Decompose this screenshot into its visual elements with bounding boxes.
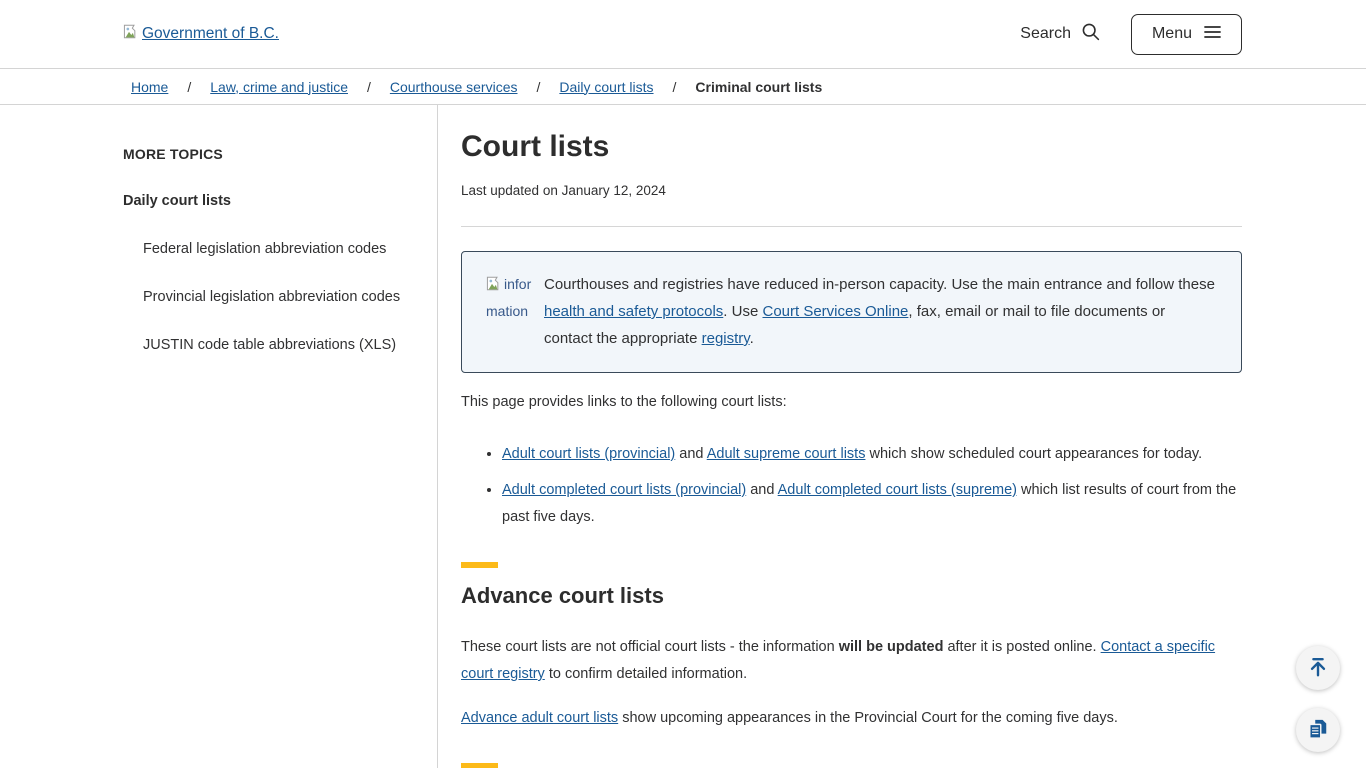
back-to-top-icon <box>1307 656 1329 681</box>
main-content: Court lists Last updated on January 12, … <box>438 105 1366 768</box>
back-to-top-button[interactable] <box>1296 646 1340 690</box>
breadcrumb-separator: / <box>673 79 677 95</box>
copy-page-button[interactable] <box>1296 708 1340 752</box>
breadcrumb-link-home[interactable]: Home <box>131 79 168 95</box>
text-segment: and <box>746 482 777 498</box>
text-segment: . Use <box>723 303 762 320</box>
sidebar: MORE TOPICS Daily court lists Federal le… <box>0 105 438 768</box>
advance-paragraph-2: Advance adult court lists show upcoming … <box>461 705 1242 732</box>
text-segment: which show scheduled court appearances f… <box>865 446 1202 462</box>
logo-alt-text: Government of B.C. <box>142 25 279 43</box>
search-label: Search <box>1020 25 1071 43</box>
text-segment: and <box>675 446 706 462</box>
breadcrumb-separator: / <box>187 79 191 95</box>
text-segment: Courthouses and registries have reduced … <box>544 276 1215 293</box>
advance-court-lists-heading: Advance court lists <box>461 583 1242 609</box>
breadcrumb-current-criminal-court-lists: Criminal court lists <box>695 79 822 95</box>
text-segment: These court lists are not official court… <box>461 639 839 655</box>
inline-link[interactable]: Adult completed court lists (provincial) <box>502 482 746 498</box>
broken-image-icon <box>123 24 140 44</box>
site-header: Government of B.C. Search Menu <box>0 0 1366 68</box>
government-bc-logo-link[interactable]: Government of B.C. <box>123 24 279 44</box>
inline-link[interactable]: health and safety protocols <box>544 303 723 320</box>
breadcrumb-link-courthouse-services[interactable]: Courthouse services <box>390 79 518 95</box>
search-button[interactable]: Search <box>1020 21 1101 47</box>
content-wrap: MORE TOPICS Daily court lists Federal le… <box>0 105 1366 768</box>
last-updated-text: Last updated on January 12, 2024 <box>461 183 1242 198</box>
court-lists-bullet-list: Adult court lists (provincial) and Adult… <box>461 441 1242 531</box>
breadcrumb-separator: / <box>537 79 541 95</box>
text-segment: . <box>750 330 754 347</box>
inline-link[interactable]: Advance adult court lists <box>461 710 618 726</box>
bold-text: will be updated <box>839 639 944 655</box>
search-icon <box>1080 21 1101 47</box>
bullet-completed-lists: Adult completed court lists (provincial)… <box>502 477 1242 531</box>
sidebar-item-provincial-legislation-codes[interactable]: Provincial legislation abbreviation code… <box>143 289 407 305</box>
text-segment: show upcoming appearances in the Provinc… <box>618 710 1118 726</box>
info-alert-text: Courthouses and registries have reduced … <box>544 271 1217 352</box>
sidebar-item-justin-code-table[interactable]: JUSTIN code table abbreviations (XLS) <box>143 337 407 353</box>
menu-button[interactable]: Menu <box>1131 14 1242 55</box>
section-accent-bar <box>461 763 498 768</box>
breadcrumb: Home / Law, crime and justice / Courthou… <box>0 68 1366 105</box>
information-broken-image-icon: information <box>486 271 535 352</box>
text-segment: after it is posted online. <box>943 639 1100 655</box>
breadcrumb-link-daily-court-lists[interactable]: Daily court lists <box>559 79 653 95</box>
inline-link[interactable]: Adult court lists (provincial) <box>502 446 675 462</box>
inline-link[interactable]: Adult completed court lists (supreme) <box>778 482 1017 498</box>
text-segment: to confirm detailed information. <box>545 666 747 682</box>
intro-paragraph: This page provides links to the followin… <box>461 389 1242 416</box>
hamburger-icon <box>1204 25 1221 44</box>
page-title: Court lists <box>461 130 1242 164</box>
menu-label: Menu <box>1152 25 1192 43</box>
bullet-today-lists: Adult court lists (provincial) and Adult… <box>502 441 1242 468</box>
title-divider <box>461 226 1242 227</box>
info-alert-box: information Courthouses and registries h… <box>461 251 1242 373</box>
advance-paragraph-1: These court lists are not official court… <box>461 634 1242 688</box>
breadcrumb-link-law-crime-justice[interactable]: Law, crime and justice <box>210 79 348 95</box>
sidebar-item-daily-court-lists[interactable]: Daily court lists <box>123 193 407 209</box>
sidebar-item-federal-legislation-codes[interactable]: Federal legislation abbreviation codes <box>143 241 407 257</box>
breadcrumb-separator: / <box>367 79 371 95</box>
inline-link[interactable]: Court Services Online <box>762 303 908 320</box>
inline-link[interactable]: Adult supreme court lists <box>707 446 866 462</box>
copy-icon <box>1307 718 1329 743</box>
inline-link[interactable]: registry <box>702 330 750 347</box>
header-actions: Search Menu <box>1020 14 1242 55</box>
section-accent-bar <box>461 562 498 568</box>
sidebar-heading: MORE TOPICS <box>123 146 407 162</box>
